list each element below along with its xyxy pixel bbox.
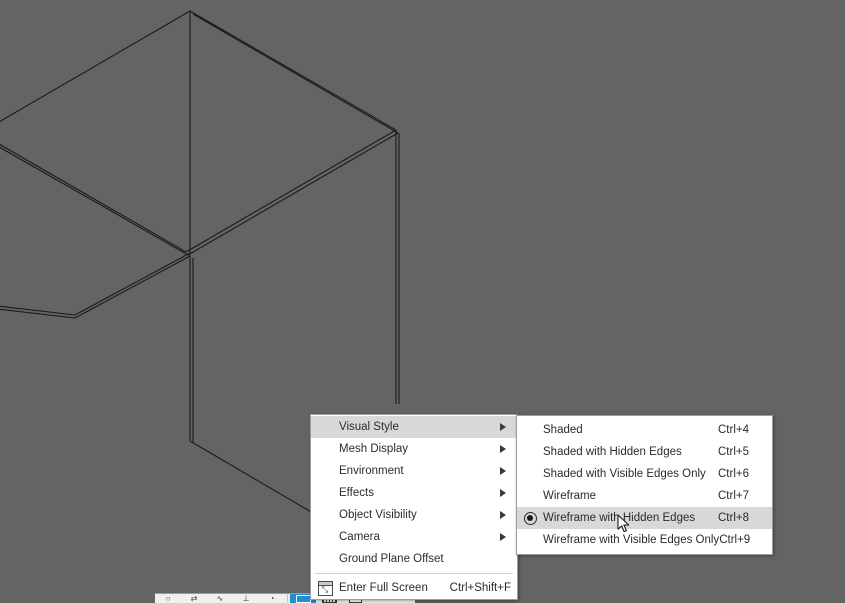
- menu-item-label: Effects: [339, 487, 374, 499]
- submenu-visual-style[interactable]: Shaded Ctrl+4 Shaded with Hidden Edges C…: [516, 415, 773, 555]
- submenu-item-wireframe[interactable]: Wireframe Ctrl+7: [517, 485, 772, 507]
- toolbar-separator: [287, 594, 288, 602]
- radio-selected-icon: [517, 511, 543, 525]
- menu-item-effects[interactable]: Effects: [311, 482, 517, 504]
- menu-item-camera[interactable]: Camera: [311, 526, 517, 548]
- circle-icon: ○: [165, 594, 171, 603]
- edge-bottom-left-up: [74, 252, 191, 316]
- edge-bottom-left-up-inner: [74, 255, 191, 319]
- menu-item-mesh-display[interactable]: Mesh Display: [311, 438, 517, 460]
- swap-arrows-icon: ⇄: [190, 594, 198, 603]
- menu-item-enter-full-screen[interactable]: ⤡ Enter Full Screen Ctrl+Shift+F: [311, 577, 517, 599]
- submenu-item-shortcut: Ctrl+5: [718, 446, 749, 458]
- menu-item-object-visibility[interactable]: Object Visibility: [311, 504, 517, 526]
- perpendicular-icon: ⊥: [242, 594, 250, 603]
- submenu-item-label: Shaded with Hidden Edges: [543, 446, 682, 458]
- menu-item-shortcut: Ctrl+Shift+F: [449, 582, 511, 594]
- submenu-item-shaded-with-visible-edges-only[interactable]: Shaded with Visible Edges Only Ctrl+6: [517, 463, 772, 485]
- edge-bottom-front: [189, 440, 314, 514]
- submenu-item-shortcut: Ctrl+4: [718, 424, 749, 436]
- menu-item-visual-style[interactable]: Visual Style: [311, 416, 517, 438]
- submenu-item-shortcut: Ctrl+9: [719, 534, 751, 546]
- submenu-item-label: Shaded: [543, 424, 583, 436]
- edge-top-left-front: [0, 143, 187, 253]
- menu-separator: [315, 573, 513, 574]
- submenu-item-shaded-with-hidden-edges[interactable]: Shaded with Hidden Edges Ctrl+5: [517, 441, 772, 463]
- context-menu[interactable]: Visual Style Mesh Display Environment Ef…: [310, 414, 518, 600]
- toolbar-group-left: ○ ⇄ ∿ ⊥ ◔: [155, 594, 285, 603]
- menu-item-label: Environment: [339, 465, 404, 477]
- fullscreen-icon: ⤡: [311, 580, 339, 596]
- submenu-item-label: Wireframe with Visible Edges Only: [543, 534, 720, 546]
- toolbar-button-tool-4[interactable]: ⊥: [233, 594, 259, 603]
- edge-top-right-front-inner: [187, 132, 399, 256]
- chevron-right-icon: [495, 533, 511, 541]
- fullscreen-arrows-glyph: ⤡: [321, 584, 329, 594]
- menu-item-label: Ground Plane Offset: [339, 553, 444, 565]
- chevron-right-icon: [495, 511, 511, 519]
- submenu-item-label: Wireframe: [543, 490, 597, 502]
- edge-top-right-back: [189, 10, 397, 131]
- shading-icon: ◔: [269, 594, 275, 603]
- submenu-item-shortcut: Ctrl+6: [718, 468, 749, 480]
- shaded-view-icon: [295, 595, 311, 603]
- edge-top-left-back: [0, 10, 191, 123]
- menu-item-label: Visual Style: [339, 421, 399, 433]
- menu-item-label: Enter Full Screen: [339, 582, 428, 594]
- submenu-item-label: Shaded with Visible Edges Only: [543, 468, 706, 480]
- submenu-item-shaded[interactable]: Shaded Ctrl+4: [517, 419, 772, 441]
- chevron-right-icon: [495, 445, 511, 453]
- menu-item-label: Camera: [339, 531, 380, 543]
- chevron-right-icon: [495, 423, 511, 431]
- application-window: ○ ⇄ ∿ ⊥ ◔ Visual Style Mesh Display Envi…: [0, 0, 845, 603]
- edge-bottom-left-b: [0, 308, 76, 319]
- menu-item-label: Mesh Display: [339, 443, 409, 455]
- chevron-right-icon: [495, 467, 511, 475]
- menu-item-ground-plane-offset[interactable]: Ground Plane Offset: [311, 548, 517, 570]
- submenu-item-shortcut: Ctrl+7: [718, 490, 749, 502]
- toolbar-button-tool-3[interactable]: ∿: [207, 594, 233, 603]
- submenu-item-label: Wireframe with Hidden Edges: [543, 512, 696, 524]
- menu-item-label: Object Visibility: [339, 509, 417, 521]
- toolbar-button-tool-5[interactable]: ◔: [259, 594, 285, 603]
- wave-icon: ∿: [216, 594, 224, 603]
- submenu-item-shortcut: Ctrl+8: [718, 512, 749, 524]
- toolbar-button-tool-1[interactable]: ○: [155, 594, 181, 603]
- toolbar-button-tool-2[interactable]: ⇄: [181, 594, 207, 603]
- chevron-right-icon: [495, 489, 511, 497]
- menu-item-environment[interactable]: Environment: [311, 460, 517, 482]
- submenu-item-wireframe-with-hidden-edges[interactable]: Wireframe with Hidden Edges Ctrl+8: [517, 507, 772, 529]
- edge-top-right-front: [185, 129, 397, 253]
- edge-top-right-back-inner: [192, 13, 399, 134]
- submenu-item-wireframe-with-visible-edges-only[interactable]: Wireframe with Visible Edges Only Ctrl+9: [517, 529, 772, 551]
